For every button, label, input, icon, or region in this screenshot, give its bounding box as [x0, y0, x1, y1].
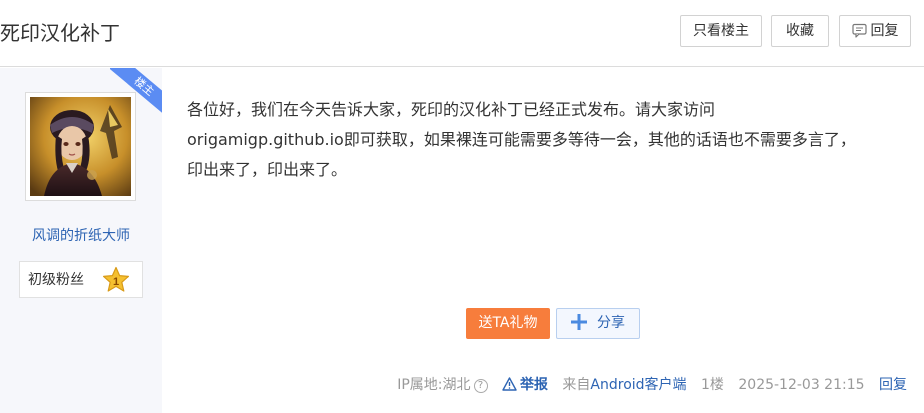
star-icon: 1	[103, 266, 129, 292]
send-gift-button[interactable]: 送TA礼物	[466, 308, 550, 339]
post-datetime: 2025-12-03 21:15	[738, 377, 865, 393]
favorite-button[interactable]: 收藏	[771, 15, 829, 47]
report-label: 举报	[519, 377, 548, 393]
source-prefix: 来自	[562, 377, 591, 393]
reply-link[interactable]: 回复	[879, 375, 907, 395]
post-line-2: origamigp.github.io即可获取，如果裸连可能需要多等待一会，其他…	[187, 130, 856, 149]
reply-button-label: 回复	[870, 23, 899, 39]
avatar[interactable]	[30, 97, 131, 196]
share-label: 分享	[597, 315, 625, 331]
source-info: 来自Android客户端	[562, 375, 686, 395]
ip-location: IP属地:湖北	[397, 377, 471, 393]
level-title: 初级粉丝	[28, 272, 84, 288]
thread-title: 死印汉化补丁	[0, 21, 120, 45]
share-button[interactable]: 分享	[556, 308, 640, 339]
post-footer: IP属地:湖北? 举报 来自Android客户端 1楼 2025-12-03 2…	[397, 375, 907, 397]
level-number: 1	[113, 276, 119, 288]
author-name[interactable]: 风调的折纸大师	[0, 226, 162, 246]
floor-number: 1楼	[701, 377, 724, 393]
speech-bubble-icon	[851, 19, 867, 49]
question-circle-icon[interactable]: ?	[473, 379, 488, 393]
post-content: 各位好，我们在今天告诉大家，死印的汉化补丁已经正式发布。请大家访问 origam…	[187, 95, 907, 185]
post-line-1: 各位好，我们在今天告诉大家，死印的汉化补丁已经正式发布。请大家访问	[187, 100, 716, 119]
warning-triangle-icon	[502, 377, 517, 397]
source-client-link[interactable]: Android客户端	[590, 375, 686, 395]
report-button[interactable]: 举报	[502, 375, 548, 397]
level-badge[interactable]: 初级粉丝 1	[19, 261, 143, 298]
plus-cross-icon	[571, 312, 587, 341]
post-line-3: 印出来了，印出来了。	[187, 160, 348, 179]
reply-button[interactable]: 回复	[839, 15, 911, 47]
only-op-button[interactable]: 只看楼主	[680, 15, 762, 47]
thread-header: 死印汉化补丁 只看楼主 收藏 回复	[0, 0, 924, 67]
avatar-frame[interactable]	[25, 92, 136, 201]
